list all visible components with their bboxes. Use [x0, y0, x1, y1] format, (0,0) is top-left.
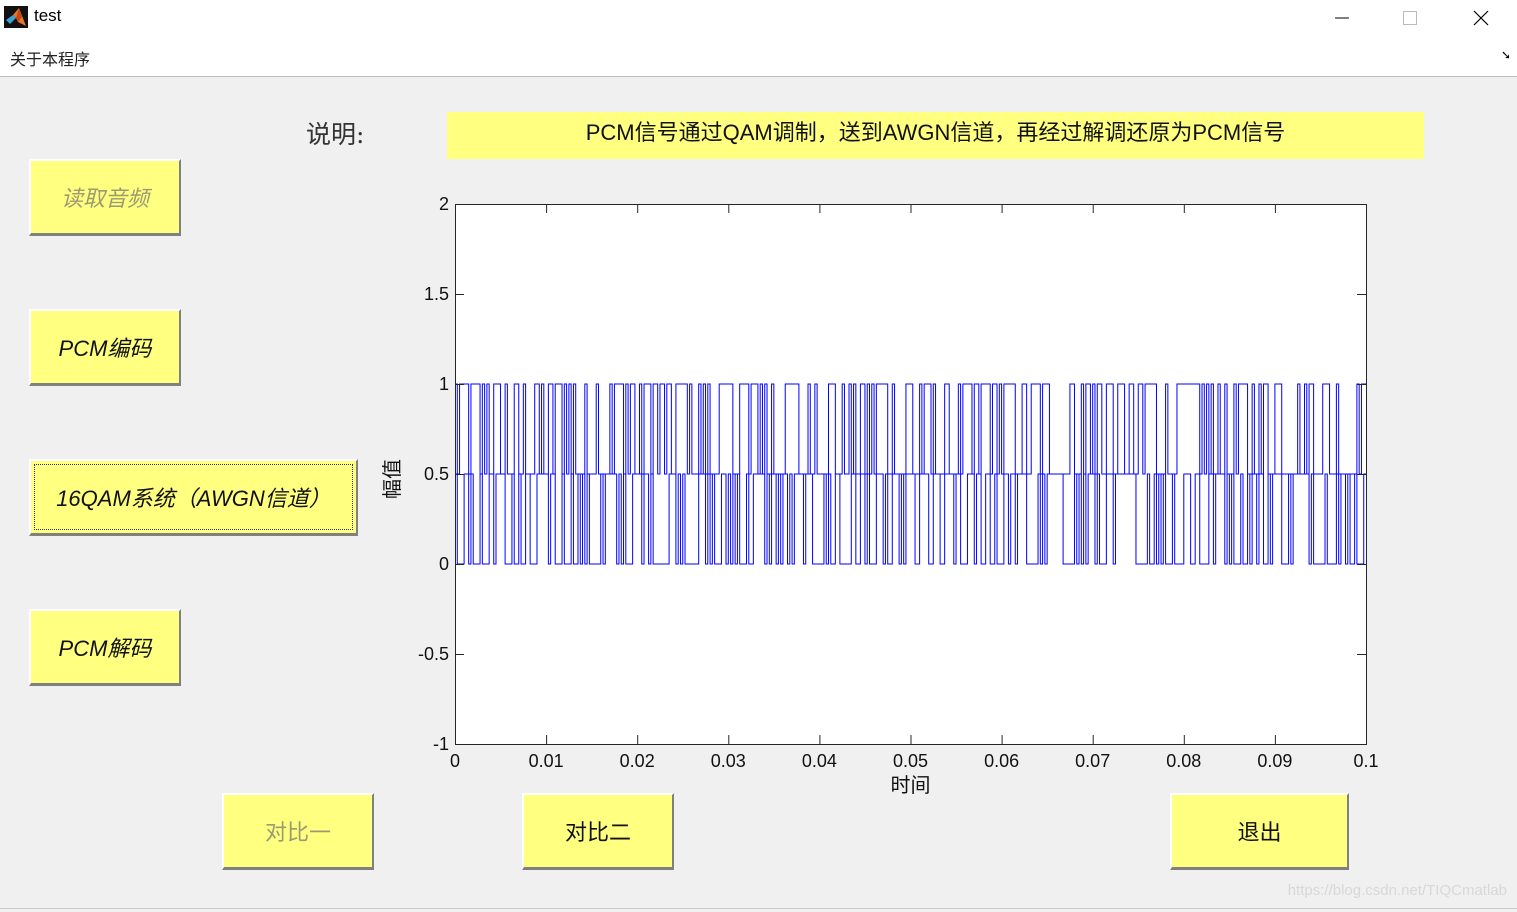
- x-tick-label: 0.04: [802, 751, 837, 771]
- signal-plot: 0 0.01 0.02 0.03 0.04 0.05 0.06 0.07 0.08 0.09 0.1…: [381, 194, 1379, 797]
- y-axis-label: 幅值: [381, 459, 404, 499]
- x-tick-label: 0.08: [1166, 751, 1201, 771]
- y-tick-label: 2: [439, 194, 449, 214]
- y-tick-label: 0: [439, 554, 449, 574]
- x-tick-label: 0.1: [1353, 751, 1378, 771]
- y-tick-label: 0.5: [424, 464, 449, 484]
- x-tick-label: 0.05: [893, 751, 928, 771]
- x-tick-label: 0.09: [1257, 751, 1292, 771]
- x-axis-label: 时间: [891, 774, 931, 797]
- y-tick-label: 1: [439, 374, 449, 394]
- x-tick-label: 0.01: [529, 751, 564, 771]
- watermark: https://blog.csdn.net/TIQCmatlab: [1287, 882, 1507, 899]
- x-tick-label: 0.03: [711, 751, 746, 771]
- x-tick-label: 0.07: [1075, 751, 1110, 771]
- bottom-border: [0, 908, 1517, 909]
- y-tick-label: -0.5: [418, 644, 449, 664]
- x-tick-label: 0.02: [620, 751, 655, 771]
- x-tick-label: 0: [450, 751, 460, 771]
- y-tick-label: -1: [433, 734, 449, 754]
- x-tick-label: 0.06: [984, 751, 1019, 771]
- y-tick-label: 1.5: [424, 284, 449, 304]
